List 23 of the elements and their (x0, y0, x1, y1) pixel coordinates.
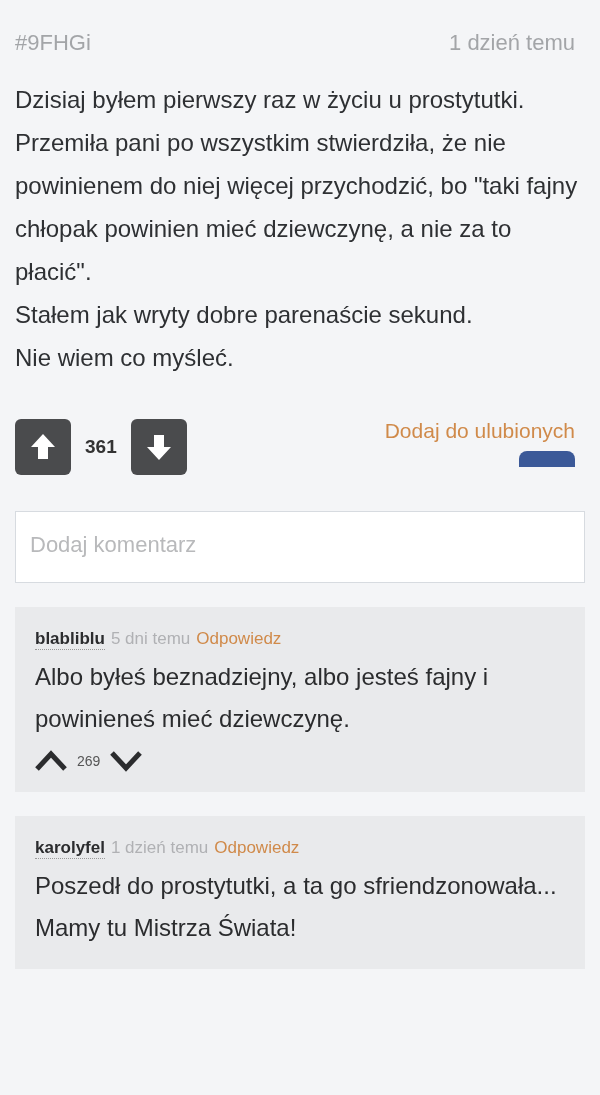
comment-author[interactable]: blabliblu (35, 629, 105, 650)
post-text: Nie wiem co myśleć. (15, 343, 235, 373)
post-text: Stałem jak wryty dobre parenaście sekund. (15, 300, 474, 330)
vote-score: 361 (85, 436, 117, 458)
downvote-button[interactable] (130, 419, 187, 475)
chevron-up-icon[interactable] (35, 750, 67, 772)
chevron-down-icon[interactable] (110, 750, 143, 772)
comment-score: 269 (77, 753, 101, 769)
arrow-up-icon (28, 432, 58, 462)
upvote-button[interactable] (15, 419, 71, 475)
comment-text: Poszedł do prostytutki, a ta go sfriendzonowała... Mamy tu Mistrza Świata! (35, 871, 558, 943)
favorite-link[interactable]: Dodaj do ulubionych (384, 419, 575, 443)
comment-time: 5 dni temu (110, 629, 191, 649)
post-id: #9FHGi (15, 30, 91, 56)
reply-link[interactable]: Odpowiedz (196, 629, 282, 649)
post-text: Dzisiaj byłem pierwszy raz w życiu u prostytutki. Przemiła pani po wszystkim stwierdziła, że nie powinienem do niej więcej przychodzić, bo "taki fajny chłopak powinien mieć dziewczynę, a nie za to płacić". (15, 85, 579, 287)
reply-link[interactable]: Odpowiedz (214, 838, 300, 858)
comment-author[interactable]: karolyfel (35, 838, 105, 859)
comment-time: 1 dzień temu (110, 838, 209, 858)
comment-text: Albo byłeś beznadziejny, albo jesteś fajny i powinieneś mieć dziewczynę. (35, 662, 490, 734)
share-icon[interactable] (519, 451, 575, 467)
post-time: 1 dzień temu (449, 30, 575, 56)
comment-field[interactable]: Dodaj komentarz (15, 511, 585, 583)
